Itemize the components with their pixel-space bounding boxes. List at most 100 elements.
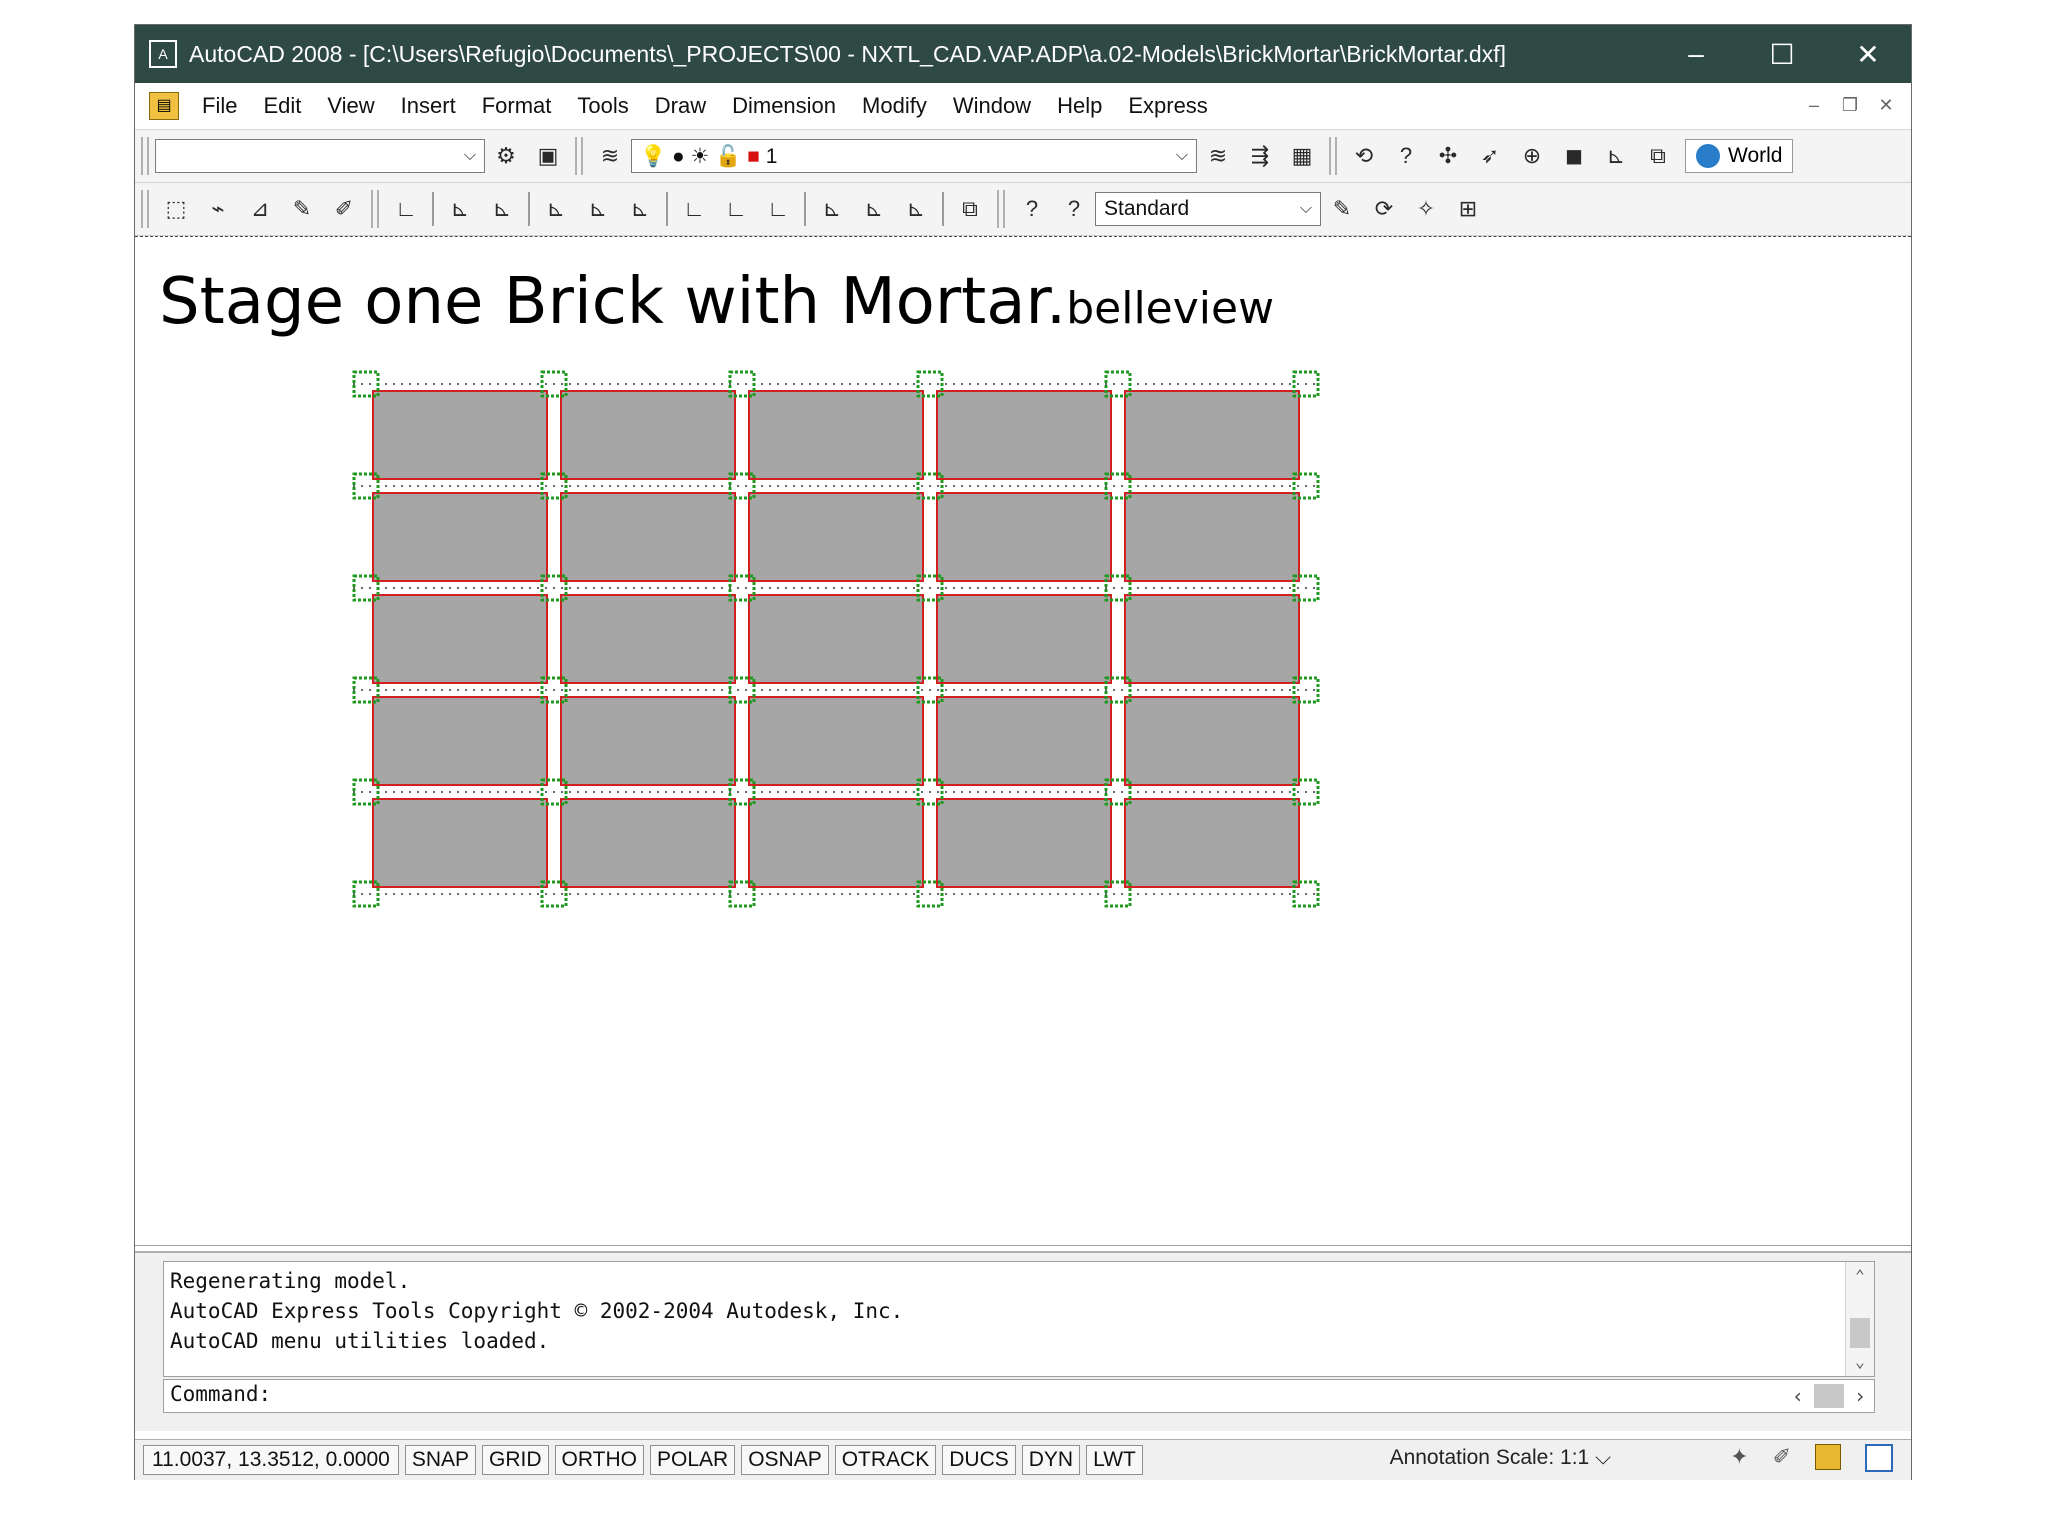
break-line-icon[interactable]: ⌁ bbox=[201, 192, 235, 226]
menu-edit[interactable]: Edit bbox=[250, 93, 314, 119]
brick[interactable] bbox=[560, 798, 736, 888]
brick[interactable] bbox=[936, 390, 1112, 480]
brick[interactable] bbox=[1124, 696, 1300, 786]
doc-minimize-icon[interactable]: – bbox=[1799, 91, 1829, 119]
scroll-thumb[interactable] bbox=[1850, 1318, 1870, 1348]
history-scrollbar[interactable]: ⌃ ⌄ bbox=[1845, 1262, 1874, 1376]
workspace-save-icon[interactable]: ▣ bbox=[531, 139, 565, 173]
menu-window[interactable]: Window bbox=[940, 93, 1044, 119]
brick[interactable] bbox=[372, 594, 548, 684]
doc-restore-icon[interactable]: ❐ bbox=[1835, 91, 1865, 119]
ucs-world-dropdown[interactable]: World bbox=[1685, 139, 1794, 173]
toolbar-grip[interactable] bbox=[141, 137, 149, 175]
toolbar-grip[interactable] bbox=[997, 190, 1005, 228]
menu-help[interactable]: Help bbox=[1044, 93, 1115, 119]
clean-screen-icon[interactable] bbox=[1865, 1444, 1893, 1472]
ucs-manager-icon[interactable]: ⧉ bbox=[1641, 139, 1675, 173]
brick[interactable] bbox=[936, 696, 1112, 786]
menu-dimension[interactable]: Dimension bbox=[719, 93, 849, 119]
view-cube-icon[interactable]: ◼ bbox=[1557, 139, 1591, 173]
layer-state-icon[interactable]: ▦ bbox=[1285, 139, 1319, 173]
coordinates-readout[interactable]: 11.0037, 13.3512, 0.0000 bbox=[143, 1445, 399, 1475]
ortho-toggle[interactable]: ORTHO bbox=[554, 1445, 644, 1475]
ucs-object-icon[interactable]: ⊾ bbox=[443, 192, 477, 226]
doc-close-icon[interactable]: ✕ bbox=[1871, 91, 1901, 119]
orbit-icon[interactable]: ⟲ bbox=[1347, 139, 1381, 173]
brick[interactable] bbox=[1124, 594, 1300, 684]
toolbar-grip[interactable] bbox=[575, 137, 583, 175]
layer-previous-icon[interactable]: ⇶ bbox=[1243, 139, 1277, 173]
ucs-2-icon[interactable]: ∟ bbox=[719, 192, 753, 226]
brick[interactable] bbox=[748, 696, 924, 786]
brick[interactable] bbox=[1124, 798, 1300, 888]
dimension-style-icon[interactable]: ⊞ bbox=[1451, 192, 1485, 226]
select-window-icon[interactable]: ⬚ bbox=[159, 192, 193, 226]
brick-mortar-drawing[interactable] bbox=[345, 363, 1545, 1063]
brick[interactable] bbox=[748, 594, 924, 684]
command-hscroll[interactable]: ‹ › bbox=[1792, 1382, 1866, 1410]
dyn-toggle[interactable]: DYN bbox=[1021, 1445, 1081, 1475]
brick[interactable] bbox=[936, 492, 1112, 582]
close-button[interactable]: ✕ bbox=[1825, 25, 1911, 83]
ucs-face-icon[interactable]: ⊾ bbox=[485, 192, 519, 226]
brick[interactable] bbox=[560, 390, 736, 480]
polar-toggle[interactable]: POLAR bbox=[649, 1445, 736, 1475]
scroll-down-icon[interactable]: ⌄ bbox=[1846, 1348, 1874, 1376]
brick[interactable] bbox=[372, 390, 548, 480]
workspace-settings-icon[interactable]: ⚙ bbox=[489, 139, 523, 173]
ucs-3point-icon[interactable]: ∟ bbox=[677, 192, 711, 226]
ucs-zaxis-icon[interactable]: ⊾ bbox=[623, 192, 657, 226]
menu-file[interactable]: File bbox=[189, 93, 250, 119]
workspace-dropdown[interactable]: ⌵ bbox=[155, 139, 485, 173]
command-line[interactable]: Command: ‹ › bbox=[163, 1379, 1875, 1413]
ucs-view-icon[interactable]: ⊾ bbox=[539, 192, 573, 226]
ucs-x-icon[interactable]: ⊾ bbox=[815, 192, 849, 226]
brick[interactable] bbox=[560, 696, 736, 786]
drawing-area[interactable]: Stage one Brick with Mortar.belleview bbox=[135, 236, 1911, 1246]
dimension-edit-icon[interactable]: ✎ bbox=[1325, 192, 1359, 226]
scroll-up-icon[interactable]: ⌃ bbox=[1846, 1262, 1874, 1290]
toolbar-grip[interactable] bbox=[1329, 137, 1337, 175]
osnap-toggle[interactable]: OSNAP bbox=[741, 1445, 829, 1475]
pan-icon[interactable]: ✣ bbox=[1431, 139, 1465, 173]
scroll-left-icon[interactable]: ‹ bbox=[1792, 1384, 1804, 1408]
ducs-toggle[interactable]: DUCS bbox=[942, 1445, 1016, 1475]
document-icon[interactable]: ▤ bbox=[149, 92, 179, 120]
fly-icon[interactable]: ➶ bbox=[1473, 139, 1507, 173]
grid-toggle[interactable]: GRID bbox=[482, 1445, 549, 1475]
ucs-y-icon[interactable]: ⊾ bbox=[857, 192, 891, 226]
ucs-world-icon[interactable]: ∟ bbox=[389, 192, 423, 226]
menu-draw[interactable]: Draw bbox=[642, 93, 719, 119]
brick[interactable] bbox=[748, 390, 924, 480]
auto-scale-icon[interactable]: ✐ bbox=[1773, 1444, 1791, 1472]
paint-icon[interactable]: ✎ bbox=[285, 192, 319, 226]
brick[interactable] bbox=[560, 594, 736, 684]
brick[interactable] bbox=[372, 492, 548, 582]
ucs-apply-icon[interactable]: ⧉ bbox=[953, 192, 987, 226]
ucs-3-icon[interactable]: ∟ bbox=[761, 192, 795, 226]
help-icon[interactable]: ? bbox=[1015, 192, 1049, 226]
maximize-button[interactable]: ☐ bbox=[1739, 25, 1825, 83]
snap-toggle[interactable]: SNAP bbox=[404, 1445, 477, 1475]
brick[interactable] bbox=[560, 492, 736, 582]
brick[interactable] bbox=[1124, 390, 1300, 480]
globe-view-icon[interactable]: ⊕ bbox=[1515, 139, 1549, 173]
dimension-update-icon[interactable]: ⟳ bbox=[1367, 192, 1401, 226]
menu-express[interactable]: Express bbox=[1115, 93, 1220, 119]
brick[interactable] bbox=[748, 798, 924, 888]
toolbar-grip[interactable] bbox=[141, 190, 149, 228]
toolbar-grip[interactable] bbox=[371, 190, 379, 228]
make-layer-current-icon[interactable]: ≋ bbox=[1201, 139, 1235, 173]
autocad-app-icon[interactable]: A bbox=[149, 40, 177, 68]
help-icon[interactable]: ? bbox=[1389, 139, 1423, 173]
brick[interactable] bbox=[372, 798, 548, 888]
ucs-icon[interactable]: ⊾ bbox=[1599, 139, 1633, 173]
layer-dropdown[interactable]: 💡 ● ☀ 🔓 ■ 1 ⌵ bbox=[631, 139, 1197, 173]
hscroll-thumb[interactable] bbox=[1813, 1384, 1844, 1408]
brick[interactable] bbox=[372, 696, 548, 786]
layer-properties-icon[interactable]: ≋ bbox=[593, 139, 627, 173]
ucs-origin-icon[interactable]: ⊾ bbox=[581, 192, 615, 226]
lwt-toggle[interactable]: LWT bbox=[1086, 1445, 1143, 1475]
toolbar-lock-icon[interactable] bbox=[1815, 1444, 1841, 1470]
help-icon[interactable]: ? bbox=[1057, 192, 1091, 226]
